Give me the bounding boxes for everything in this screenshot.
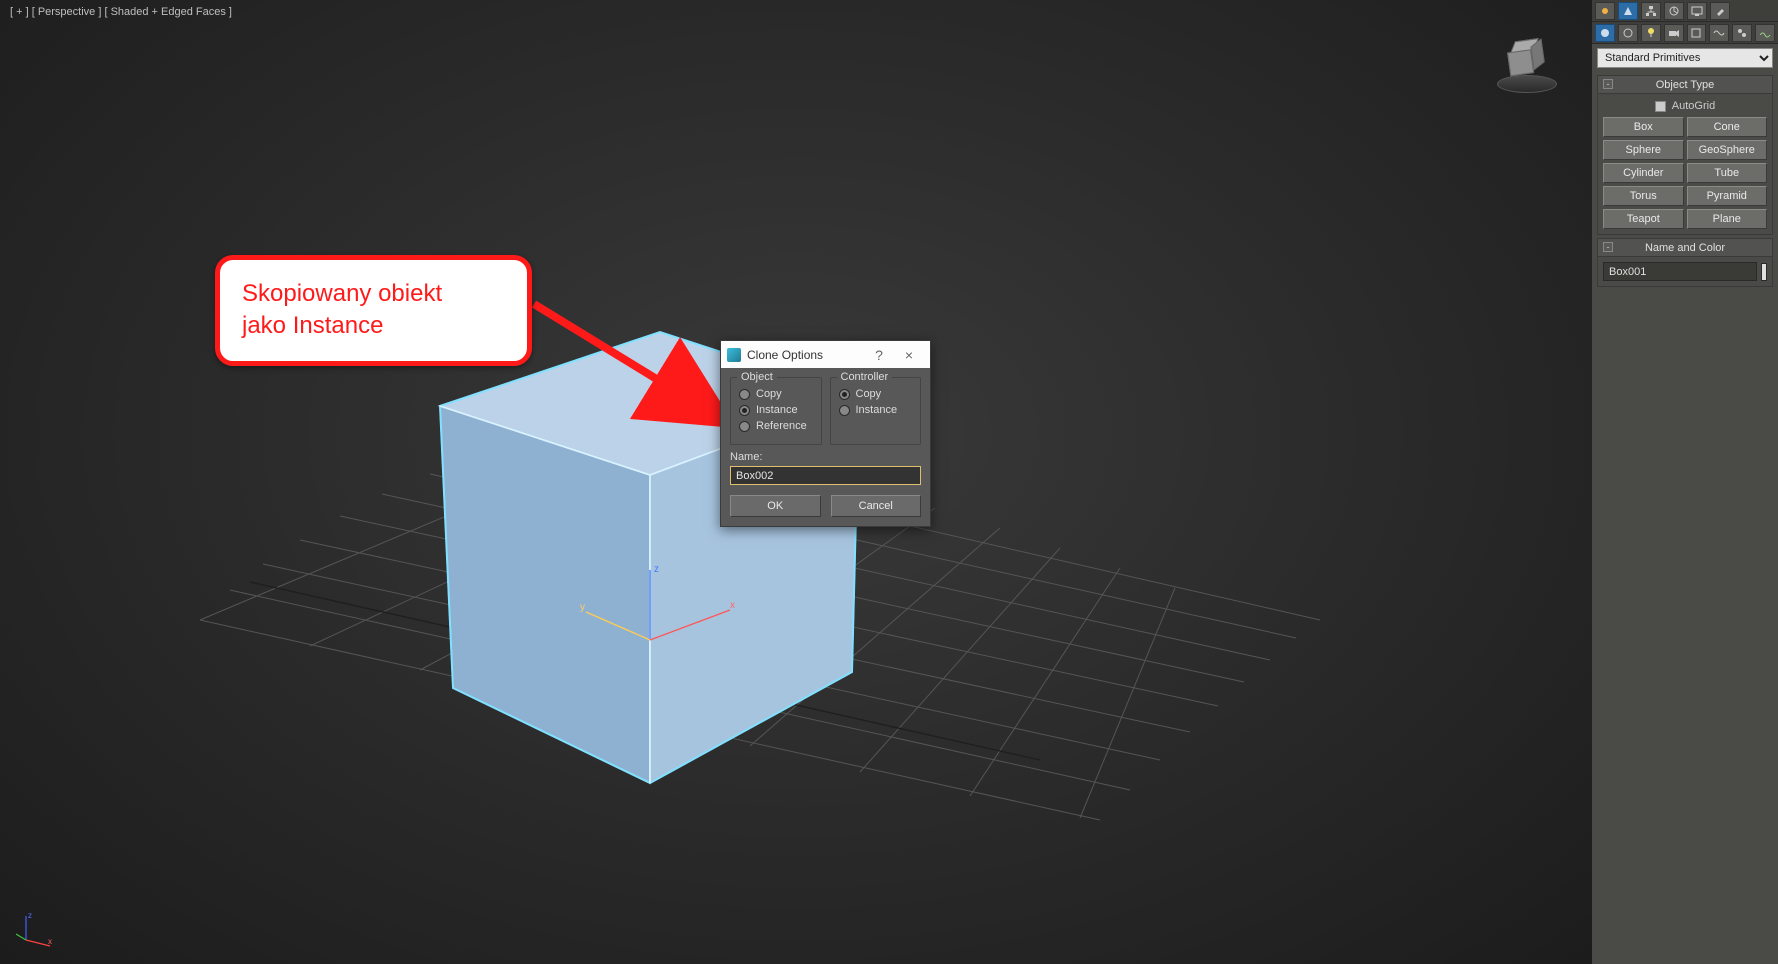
annotation-callout: Skopiowany obiekt jako Instance xyxy=(215,255,532,366)
collapse-icon[interactable]: - xyxy=(1603,79,1613,89)
controller-legend: Controller xyxy=(837,371,893,383)
extra-icon[interactable] xyxy=(1755,24,1775,42)
svg-text:y: y xyxy=(580,602,585,613)
shapes-icon[interactable] xyxy=(1618,24,1638,42)
object-name-input[interactable] xyxy=(1603,262,1757,281)
motion-icon[interactable] xyxy=(1664,2,1684,20)
primitive-buttons: Box Cone Sphere GeoSphere Cylinder Tube … xyxy=(1603,117,1767,229)
hierarchy-icon[interactable] xyxy=(1641,2,1661,20)
checkbox-icon[interactable] xyxy=(1655,101,1666,112)
command-panel[interactable]: Standard Primitives - Object Type AutoGr… xyxy=(1592,0,1778,964)
color-swatch[interactable] xyxy=(1761,263,1767,281)
app-icon xyxy=(727,348,741,362)
rollout-title: Name and Color xyxy=(1598,242,1772,254)
cameras-icon[interactable] xyxy=(1664,24,1684,42)
sun-icon[interactable] xyxy=(1595,2,1615,20)
radio-object-reference[interactable]: Reference xyxy=(739,420,813,432)
autogrid-checkbox[interactable]: AutoGrid xyxy=(1603,100,1767,112)
object-group: Object Copy Instance Reference xyxy=(730,377,822,445)
lights-icon[interactable] xyxy=(1641,24,1661,42)
btn-tube[interactable]: Tube xyxy=(1687,163,1768,183)
rollout-title: Object Type xyxy=(1598,79,1772,91)
name-input[interactable] xyxy=(730,466,921,485)
radio-label: Instance xyxy=(856,404,898,416)
svg-text:z: z xyxy=(654,564,659,575)
controller-group: Controller Copy Instance xyxy=(830,377,922,445)
btn-pyramid[interactable]: Pyramid xyxy=(1687,186,1768,206)
viewcube[interactable] xyxy=(1492,30,1562,100)
annotation-line2: jako Instance xyxy=(242,310,505,342)
systems-icon[interactable] xyxy=(1732,24,1752,42)
btn-cylinder[interactable]: Cylinder xyxy=(1603,163,1684,183)
btn-torus[interactable]: Torus xyxy=(1603,186,1684,206)
rollout-header[interactable]: - Name and Color xyxy=(1598,239,1772,257)
panel-tab-row-2 xyxy=(1592,22,1778,44)
display-icon[interactable] xyxy=(1687,2,1707,20)
close-icon[interactable]: × xyxy=(894,347,924,363)
panel-tab-row-1 xyxy=(1592,0,1778,22)
dialog-titlebar[interactable]: Clone Options ? × xyxy=(721,341,930,368)
svg-text:x: x xyxy=(48,937,52,946)
btn-teapot[interactable]: Teapot xyxy=(1603,209,1684,229)
radio-label: Reference xyxy=(756,420,807,432)
spacewarps-icon[interactable] xyxy=(1709,24,1729,42)
primitive-category-select[interactable]: Standard Primitives xyxy=(1597,48,1773,68)
btn-sphere[interactable]: Sphere xyxy=(1603,140,1684,160)
create-icon[interactable] xyxy=(1618,2,1638,20)
svg-text:z: z xyxy=(28,911,32,920)
dialog-title: Clone Options xyxy=(747,348,864,362)
btn-geosphere[interactable]: GeoSphere xyxy=(1687,140,1768,160)
radio-label: Copy xyxy=(756,388,782,400)
name-color-rollout: - Name and Color xyxy=(1597,238,1773,287)
radio-controller-instance[interactable]: Instance xyxy=(839,404,913,416)
annotation-line1: Skopiowany obiekt xyxy=(242,278,505,310)
radio-object-copy[interactable]: Copy xyxy=(739,388,813,400)
ok-button[interactable]: OK xyxy=(730,495,821,517)
autogrid-label: AutoGrid xyxy=(1672,100,1715,112)
utilities-icon[interactable] xyxy=(1710,2,1730,20)
geometry-icon[interactable] xyxy=(1595,24,1615,42)
name-label: Name: xyxy=(730,451,921,463)
rollout-header[interactable]: - Object Type xyxy=(1598,76,1772,94)
collapse-icon[interactable]: - xyxy=(1603,242,1613,252)
clone-options-dialog[interactable]: Clone Options ? × Object Copy Instance R… xyxy=(720,340,931,527)
radio-label: Copy xyxy=(856,388,882,400)
world-axis-gizmo: z x xyxy=(16,910,56,950)
btn-cone[interactable]: Cone xyxy=(1687,117,1768,137)
help-button[interactable]: ? xyxy=(864,347,894,363)
cancel-button[interactable]: Cancel xyxy=(831,495,922,517)
radio-controller-copy[interactable]: Copy xyxy=(839,388,913,400)
object-legend: Object xyxy=(737,371,777,383)
viewport-label[interactable]: [ + ] [ Perspective ] [ Shaded + Edged F… xyxy=(10,6,232,18)
object-type-rollout: - Object Type AutoGrid Box Cone Sphere G… xyxy=(1597,75,1773,235)
btn-plane[interactable]: Plane xyxy=(1687,209,1768,229)
btn-box[interactable]: Box xyxy=(1603,117,1684,137)
helpers-icon[interactable] xyxy=(1687,24,1707,42)
radio-object-instance[interactable]: Instance xyxy=(739,404,813,416)
svg-text:x: x xyxy=(730,600,735,611)
radio-label: Instance xyxy=(756,404,798,416)
